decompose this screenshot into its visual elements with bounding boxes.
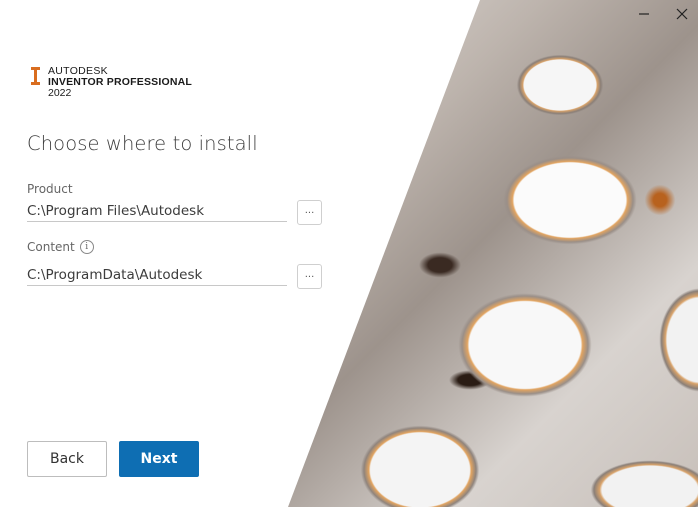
content-path-input[interactable] (27, 264, 287, 286)
close-icon (676, 8, 688, 20)
info-icon[interactable]: i (79, 240, 94, 254)
window-controls (634, 4, 692, 24)
minimize-button[interactable] (634, 4, 654, 24)
back-button[interactable]: Back (27, 441, 107, 477)
next-button[interactable]: Next (119, 441, 199, 477)
minimize-icon (639, 13, 649, 15)
product-path-input[interactable] (27, 200, 287, 222)
content-label: Content i (27, 240, 94, 254)
inventor-logo-icon (31, 67, 40, 85)
product-label: Product (27, 182, 73, 196)
product-logo: AUTODESK INVENTOR PROFESSIONAL 2022 (31, 66, 192, 99)
page-title: Choose where to install (27, 132, 258, 155)
content-browse-button[interactable]: ... (297, 264, 322, 289)
close-button[interactable] (672, 4, 692, 24)
logo-year: 2022 (48, 87, 72, 99)
product-browse-button[interactable]: ... (297, 200, 322, 225)
